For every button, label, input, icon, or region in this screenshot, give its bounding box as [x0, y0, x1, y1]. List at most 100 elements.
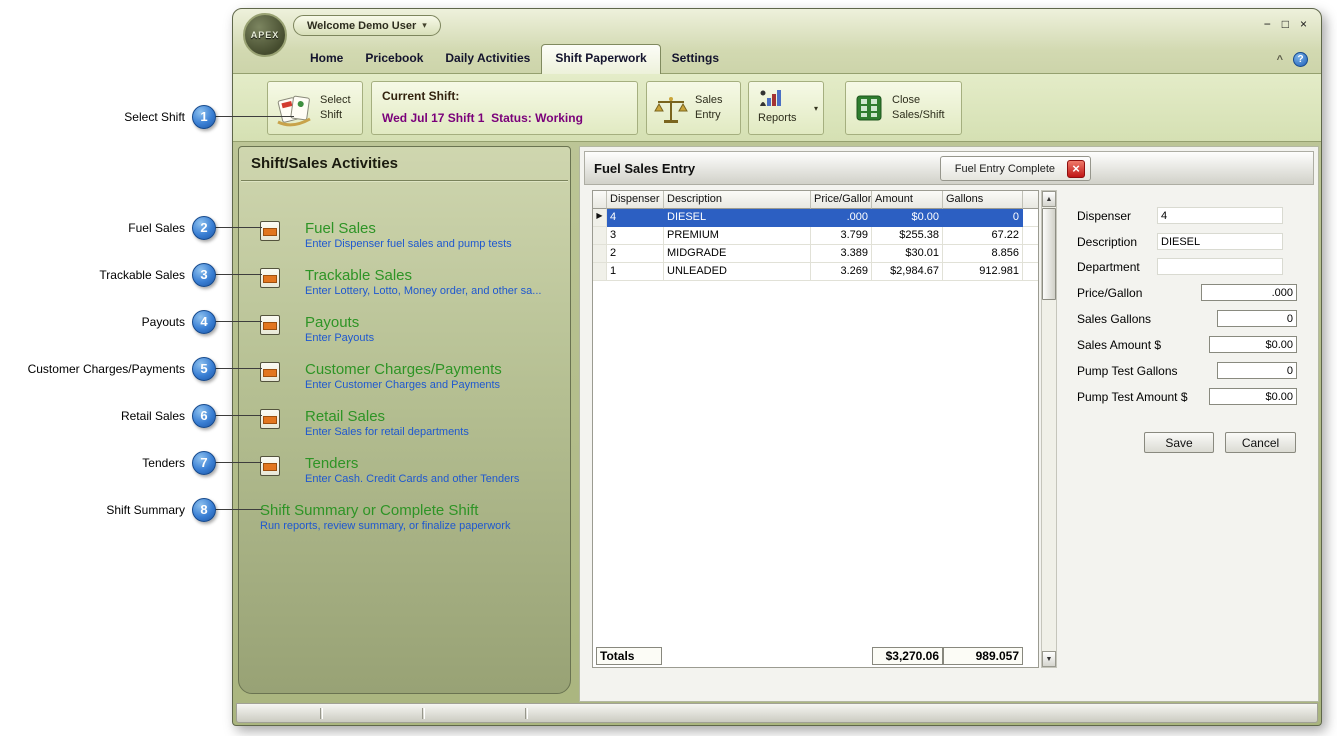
sidebar-item-customer-charges[interactable]: Customer Charges/Payments Enter Customer…: [239, 361, 570, 403]
activity-title: Tenders: [305, 455, 519, 473]
sales-entry-button[interactable]: Sales Entry: [646, 81, 741, 135]
select-shift-button[interactable]: Select Shift: [267, 81, 363, 135]
sales-entry-label: Sales Entry: [695, 93, 723, 123]
callout-number-badge: 4: [192, 310, 216, 334]
cell-filler: [1023, 245, 1038, 263]
table-row[interactable]: 1 UNLEADED 3.269 $2,984.67 912.981: [593, 263, 1038, 281]
activity-title: Trackable Sales: [305, 267, 541, 285]
callout-connector-line: [214, 368, 262, 369]
fuel-entry-complete-button[interactable]: Fuel Entry Complete ×: [940, 156, 1091, 181]
fuel-entry-complete-label: Fuel Entry Complete: [955, 163, 1055, 175]
sales-gallons-field[interactable]: [1217, 310, 1297, 327]
close-button[interactable]: ×: [1300, 17, 1307, 31]
callout-customer-charges: Customer Charges/Payments 5: [0, 356, 216, 381]
reports-caret-icon: ▾: [814, 104, 818, 113]
totals-amount: $3,270.06: [872, 647, 943, 665]
close-sales-shift-button[interactable]: Close Sales/Shift: [845, 81, 962, 135]
pump-test-amount-field[interactable]: [1209, 388, 1297, 405]
description-field[interactable]: [1157, 233, 1283, 250]
column-header-dispenser[interactable]: Dispenser: [607, 191, 664, 209]
cell-description: DIESEL: [664, 209, 811, 227]
help-icon[interactable]: ?: [1293, 52, 1308, 67]
activity-subtitle: Enter Dispenser fuel sales and pump test…: [305, 238, 512, 251]
totals-label: Totals: [596, 647, 662, 665]
callout-number-badge: 6: [192, 404, 216, 428]
activity-title: Retail Sales: [305, 408, 469, 426]
sidebar-item-payouts[interactable]: Payouts Enter Payouts: [239, 314, 570, 356]
table-row[interactable]: 3 PREMIUM 3.799 $255.38 67.22: [593, 227, 1038, 245]
sidebar-item-shift-summary[interactable]: Shift Summary or Complete Shift Run repo…: [239, 502, 570, 544]
cell-dispenser: 3: [607, 227, 664, 245]
pump-test-amount-label: Pump Test Amount $: [1077, 388, 1188, 406]
sales-amount-field[interactable]: [1209, 336, 1297, 353]
activity-subtitle: Enter Lottery, Lotto, Money order, and o…: [305, 285, 541, 298]
activity-icon: [260, 315, 280, 335]
statusbar-separator: [422, 708, 425, 719]
callout-trackable-sales: Trackable Sales 3: [0, 262, 216, 287]
save-button[interactable]: Save: [1144, 432, 1214, 453]
sidebar-item-retail-sales[interactable]: Retail Sales Enter Sales for retail depa…: [239, 408, 570, 450]
current-shift-value: Wed Jul 17 Shift 1 Status: Working: [382, 111, 583, 125]
callout-connector-line: [214, 321, 262, 322]
tab-settings[interactable]: Settings: [661, 46, 730, 73]
fuel-sales-entry-panel: Fuel Sales Entry Fuel Entry Complete × D…: [579, 146, 1319, 702]
close-shift-grid-icon: [856, 95, 882, 121]
cell-dispenser: 2: [607, 245, 664, 263]
tab-daily-activities[interactable]: Daily Activities: [434, 46, 541, 73]
sidebar-item-trackable-sales[interactable]: Trackable Sales Enter Lottery, Lotto, Mo…: [239, 267, 570, 309]
sidebar-item-tenders[interactable]: Tenders Enter Cash. Credit Cards and oth…: [239, 455, 570, 497]
column-header-amount[interactable]: Amount: [872, 191, 943, 209]
callout-connector-line: [214, 116, 294, 117]
tab-home[interactable]: Home: [299, 46, 354, 73]
tab-pricebook[interactable]: Pricebook: [354, 46, 434, 73]
table-row[interactable]: ▶ 4 DIESEL .000 $0.00 0: [593, 209, 1038, 227]
callout-fuel-sales: Fuel Sales 2: [0, 215, 216, 240]
row-selector-cell: [593, 245, 607, 263]
dropdown-caret-icon: ▾: [422, 20, 427, 31]
callout-connector-line: [214, 509, 262, 510]
table-row[interactable]: 2 MIDGRADE 3.389 $30.01 8.856: [593, 245, 1038, 263]
cards-icon: [274, 91, 314, 127]
callout-connector-line: [214, 462, 262, 463]
column-header-price[interactable]: Price/Gallon: [811, 191, 872, 209]
cell-price: 3.799: [811, 227, 872, 245]
department-field[interactable]: [1157, 258, 1283, 275]
callout-number-badge: 1: [192, 105, 216, 129]
cell-description: UNLEADED: [664, 263, 811, 281]
activity-title: Payouts: [305, 314, 374, 332]
statusbar-separator: [525, 708, 528, 719]
ribbon-collapse-icon[interactable]: ^: [1277, 54, 1283, 66]
cancel-button[interactable]: Cancel: [1225, 432, 1296, 453]
row-selector-cell: [593, 263, 607, 281]
ribbon: Select Shift Current Shift: Wed Jul 17 S…: [233, 73, 1321, 142]
callout-label: Retail Sales: [121, 409, 185, 423]
dispenser-field[interactable]: [1157, 207, 1283, 224]
sidebar-item-fuel-sales[interactable]: Fuel Sales Enter Dispenser fuel sales an…: [239, 220, 570, 262]
totals-gallons: 989.057: [943, 647, 1023, 665]
cell-description: MIDGRADE: [664, 245, 811, 263]
activity-title: Shift Summary or Complete Shift: [260, 502, 510, 520]
minimize-button[interactable]: −: [1264, 17, 1271, 31]
cell-amount: $2,984.67: [872, 263, 943, 281]
activity-subtitle: Enter Customer Charges and Payments: [305, 379, 502, 392]
column-header-gallons[interactable]: Gallons: [943, 191, 1023, 209]
column-header-description[interactable]: Description: [664, 191, 811, 209]
price-gallon-field[interactable]: [1201, 284, 1297, 301]
maximize-button[interactable]: □: [1282, 17, 1289, 31]
cell-dispenser: 1: [607, 263, 664, 281]
welcome-user-button[interactable]: Welcome Demo User ▾: [293, 15, 441, 36]
cell-gallons: 0: [943, 209, 1023, 227]
scroll-thumb[interactable]: [1042, 208, 1056, 300]
reports-button[interactable]: Reports ▾: [748, 81, 824, 135]
vertical-scrollbar[interactable]: ▲ ▼: [1041, 190, 1057, 668]
tab-shift-paperwork[interactable]: Shift Paperwork: [541, 44, 660, 74]
scroll-up-icon[interactable]: ▲: [1042, 191, 1056, 207]
tab-bar: Home Pricebook Daily Activities Shift Pa…: [233, 39, 1321, 73]
scroll-down-icon[interactable]: ▼: [1042, 651, 1056, 667]
callout-number-badge: 8: [192, 498, 216, 522]
select-shift-label: Select Shift: [320, 93, 351, 123]
pump-test-gallons-label: Pump Test Gallons: [1077, 362, 1178, 380]
pump-test-gallons-field[interactable]: [1217, 362, 1297, 379]
activity-title: Fuel Sales: [305, 220, 512, 238]
dispenser-label: Dispenser: [1077, 207, 1131, 225]
